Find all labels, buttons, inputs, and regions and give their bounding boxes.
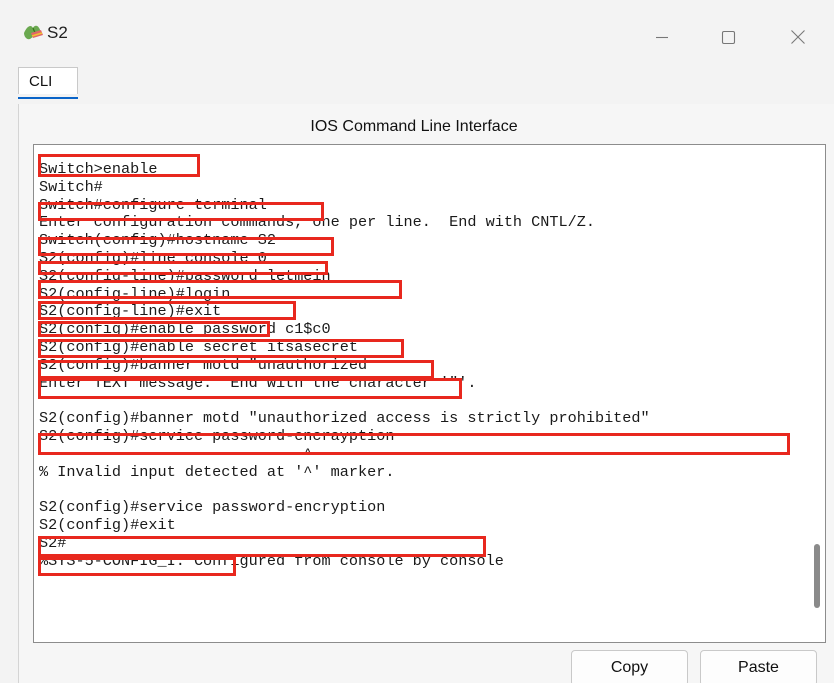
panel-title: IOS Command Line Interface (310, 118, 518, 135)
highlight-box (38, 339, 404, 358)
highlight-box (38, 557, 236, 576)
tab-bar: CLI (0, 62, 834, 100)
terminal-line: S2(config)#banner motd "unauthorized acc… (39, 409, 650, 428)
highlight-box (38, 154, 200, 177)
minimize-icon (656, 36, 668, 39)
highlight-box (38, 536, 486, 557)
terminal-line: S2(config)#service password-encryption (39, 498, 386, 517)
close-button[interactable] (772, 12, 824, 62)
highlight-box (38, 433, 790, 455)
highlight-box (38, 321, 270, 337)
cli-panel: IOS Command Line Interface Switch>enable… (18, 104, 834, 683)
maximize-icon (721, 30, 735, 44)
terminal-line: S2(config)#exit (39, 515, 176, 534)
highlight-box (38, 301, 296, 320)
active-tab-indicator (18, 97, 78, 99)
minimize-button[interactable] (636, 12, 688, 62)
highlight-box (38, 202, 324, 221)
maximize-button[interactable] (702, 12, 754, 62)
close-icon (791, 30, 805, 44)
window-title: S2 (47, 23, 68, 42)
highlight-box (38, 261, 328, 275)
tab-cli-label: CLI (29, 73, 53, 90)
packet-tracer-switch-icon (22, 22, 44, 44)
highlight-box (38, 360, 434, 379)
terminal-scrollbar[interactable] (810, 145, 825, 642)
terminal-output[interactable]: Switch>enable Switch# Switch#configure t… (33, 144, 826, 643)
highlight-box (38, 237, 334, 256)
paste-button[interactable]: Paste (700, 650, 817, 683)
title-bar[interactable]: S2 (0, 0, 834, 62)
terminal-line: % Invalid input detected at '^' marker. (39, 462, 395, 481)
copy-button[interactable]: Copy (571, 650, 688, 683)
terminal-line: Switch# (39, 177, 103, 196)
tab-cli[interactable]: CLI (18, 67, 78, 94)
highlight-box (38, 280, 402, 299)
cli-window: S2 CLI IOS Command Line Interface Switch… (0, 0, 834, 683)
scrollbar-thumb[interactable] (814, 544, 820, 608)
highlight-box (38, 378, 462, 399)
